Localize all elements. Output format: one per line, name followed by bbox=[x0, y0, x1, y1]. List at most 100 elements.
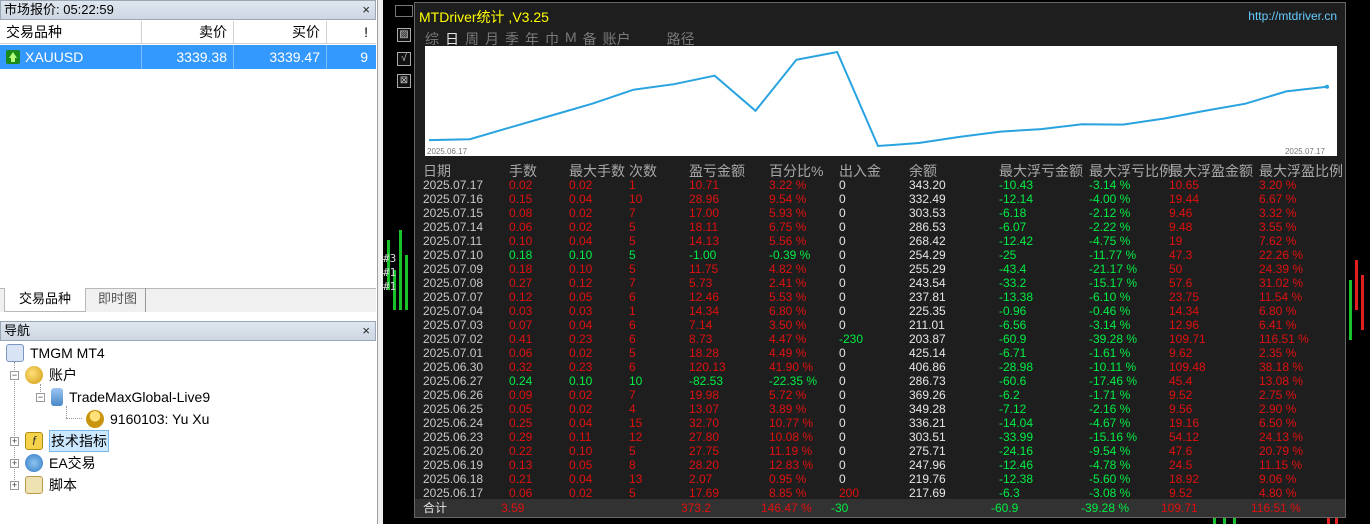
column-header-bid[interactable]: 卖价 bbox=[142, 21, 234, 44]
cell-max_fp_pct: 11.15 % bbox=[1259, 458, 1303, 472]
cell-flow: 0 bbox=[839, 402, 846, 416]
collapse-icon[interactable]: − bbox=[10, 370, 19, 380]
tab-period-0[interactable]: 综 bbox=[425, 29, 439, 47]
cell-pct: 2.41 % bbox=[769, 276, 807, 290]
column-header-ask[interactable]: 买价 bbox=[234, 21, 327, 44]
cell-max_fp: 50 bbox=[1169, 262, 1183, 276]
cell-lots: 0.06 bbox=[509, 346, 533, 360]
expand-icon[interactable]: + bbox=[10, 436, 19, 446]
cell-max_fp: 14.34 bbox=[1169, 304, 1200, 318]
tree-item-user-label: 9160103: Yu Xu bbox=[110, 411, 210, 427]
edge-label: #3 bbox=[383, 252, 397, 265]
cell-max_fl_pct: -5.60 % bbox=[1089, 472, 1131, 486]
tab-tick-chart[interactable]: 即时图 bbox=[90, 288, 147, 312]
cell-count: 5 bbox=[629, 444, 636, 458]
cell-lots: 0.21 bbox=[509, 472, 533, 486]
expert-advisor-icon bbox=[25, 454, 43, 472]
cell-flow: 0 bbox=[839, 388, 846, 402]
collapse-icon[interactable]: − bbox=[36, 392, 45, 402]
table-row: 2025.06.23 0.29 0.11 12 27.80 10.08 % 0 303.51 -… bbox=[423, 431, 1343, 445]
cell-pct: 5.93 % bbox=[769, 206, 807, 220]
cell-max_fl: -6.18 bbox=[999, 206, 1027, 220]
check-button[interactable]: √ bbox=[397, 52, 411, 66]
cell-max_fl: -14.04 bbox=[999, 416, 1034, 430]
route-tab[interactable]: 路径 bbox=[667, 29, 695, 47]
tab-period-4[interactable]: 季 bbox=[505, 29, 519, 47]
cell-date: 2025.06.23 bbox=[423, 430, 484, 444]
cell-max_fl: -60.9 bbox=[999, 332, 1027, 346]
cell-lots: 0.13 bbox=[509, 458, 533, 472]
tree-item-server[interactable]: − TradeMaxGlobal-Live9 bbox=[36, 387, 210, 407]
cell-max_lots: 0.04 bbox=[569, 234, 593, 248]
cell-balance: 203.87 bbox=[909, 332, 946, 346]
table-row: 2025.07.07 0.12 0.05 6 12.46 5.53 % 0 237.81 -13… bbox=[423, 291, 1343, 305]
cell-pl: 14.34 bbox=[689, 304, 720, 318]
cell-pl: 11.75 bbox=[689, 262, 719, 276]
cell-lots: 0.08 bbox=[509, 206, 533, 220]
table-row: 2025.06.25 0.05 0.02 4 13.07 3.89 % 0 349.28 -7.… bbox=[423, 403, 1343, 417]
tree-item-scripts[interactable]: + 脚本 bbox=[10, 475, 77, 495]
tree-item-accounts[interactable]: − 账户 bbox=[10, 365, 77, 385]
cell-max_fp: 9.48 bbox=[1169, 220, 1193, 234]
cell-max_fp_pct: 116.51 % bbox=[1259, 332, 1309, 346]
table-row: 2025.06.19 0.13 0.05 8 28.20 12.83 % 0 247.96 -1… bbox=[423, 459, 1343, 473]
tab-symbols[interactable]: 交易品种 bbox=[4, 288, 86, 312]
tree-item-experts[interactable]: + EA交易 bbox=[10, 453, 96, 473]
cell-pct: 10.08 % bbox=[769, 430, 814, 444]
cell-date: 2025.06.25 bbox=[423, 402, 484, 416]
tree-root[interactable]: TMGM MT4 bbox=[6, 343, 105, 363]
navigator-close-icon[interactable]: × bbox=[362, 322, 370, 340]
cell-max_fp_pct: 20.79 % bbox=[1259, 444, 1304, 458]
cell-balance: 336.21 bbox=[909, 416, 946, 430]
cell-max_fp: 12.96 bbox=[1169, 318, 1200, 332]
tab-period-3[interactable]: 月 bbox=[485, 29, 499, 47]
tab-period-7[interactable]: M bbox=[565, 29, 577, 45]
tab-period-5[interactable]: 年 bbox=[525, 29, 539, 47]
tab-period-2[interactable]: 周 bbox=[465, 29, 479, 47]
cell-max_fl_pct: -15.17 % bbox=[1089, 276, 1138, 290]
table-row: 2025.07.03 0.07 0.04 6 7.14 3.50 % 0 211.01 -6.5… bbox=[423, 319, 1343, 333]
cell-max_fl_pct: -4.00 % bbox=[1089, 192, 1131, 206]
cell-max_fp_pct: 6.41 % bbox=[1259, 318, 1297, 332]
tab-period-9[interactable]: 账户 bbox=[603, 29, 631, 47]
market-watch-close-icon[interactable]: × bbox=[362, 1, 370, 19]
total-max-float-loss: -60.9 bbox=[991, 501, 1019, 515]
cell-count: 5 bbox=[629, 248, 636, 262]
cell-max_lots: 0.02 bbox=[569, 206, 593, 220]
total-max-float-profit-pct: 116.51 % bbox=[1251, 501, 1301, 515]
close-panel-button[interactable]: ⊠ bbox=[397, 74, 411, 88]
tab-period-8[interactable]: 备 bbox=[583, 29, 597, 47]
panel-url-link[interactable]: http://mtdriver.cn bbox=[1248, 9, 1337, 23]
edge-label: #1 bbox=[383, 280, 397, 293]
tree-item-indicators[interactable]: + f 技术指标 bbox=[10, 430, 109, 452]
symbol-row-xauusd[interactable]: XAUUSD 3339.38 3339.47 9 bbox=[0, 45, 376, 69]
panel-toggle-button[interactable]: ▨ bbox=[397, 28, 411, 42]
cell-max_fl: -13.38 bbox=[999, 290, 1034, 304]
cell-max_fp: 19.44 bbox=[1169, 192, 1200, 206]
period-tabs: 综日周月季年巾 M 备账户 路径 bbox=[425, 29, 701, 47]
cell-balance: 303.53 bbox=[909, 206, 946, 220]
tab-period-1[interactable]: 日 bbox=[445, 29, 459, 47]
cell-max_lots: 0.03 bbox=[569, 304, 593, 318]
column-header-symbol[interactable]: 交易品种 bbox=[0, 21, 142, 44]
expand-icon[interactable]: + bbox=[10, 480, 19, 490]
tab-period-6[interactable]: 巾 bbox=[545, 29, 559, 47]
expand-icon[interactable]: + bbox=[10, 458, 19, 468]
cell-max_fp_pct: 6.80 % bbox=[1259, 304, 1297, 318]
cell-pct: 9.54 % bbox=[769, 192, 807, 206]
cell-max_fl: -0.96 bbox=[999, 304, 1027, 318]
cell-pct: 12.83 % bbox=[769, 458, 814, 472]
cell-date: 2025.06.30 bbox=[423, 360, 484, 374]
cell-lots: 0.07 bbox=[509, 318, 533, 332]
cell-flow: 0 bbox=[839, 248, 846, 262]
column-header-spread[interactable]: ! bbox=[327, 21, 374, 44]
cell-max_lots: 0.10 bbox=[569, 262, 593, 276]
cell-max_fl_pct: -1.71 % bbox=[1089, 388, 1131, 402]
cell-max_fl_pct: -39.28 % bbox=[1089, 332, 1138, 346]
tree-item-user[interactable]: 9160103: Yu Xu bbox=[86, 409, 209, 429]
cell-count: 10 bbox=[629, 374, 643, 388]
cell-count: 10 bbox=[629, 192, 643, 206]
cell-count: 7 bbox=[629, 388, 636, 402]
table-row: 2025.07.04 0.03 0.03 1 14.34 6.80 % 0 225.35 -0.… bbox=[423, 305, 1343, 319]
cell-lots: 0.22 bbox=[509, 444, 533, 458]
